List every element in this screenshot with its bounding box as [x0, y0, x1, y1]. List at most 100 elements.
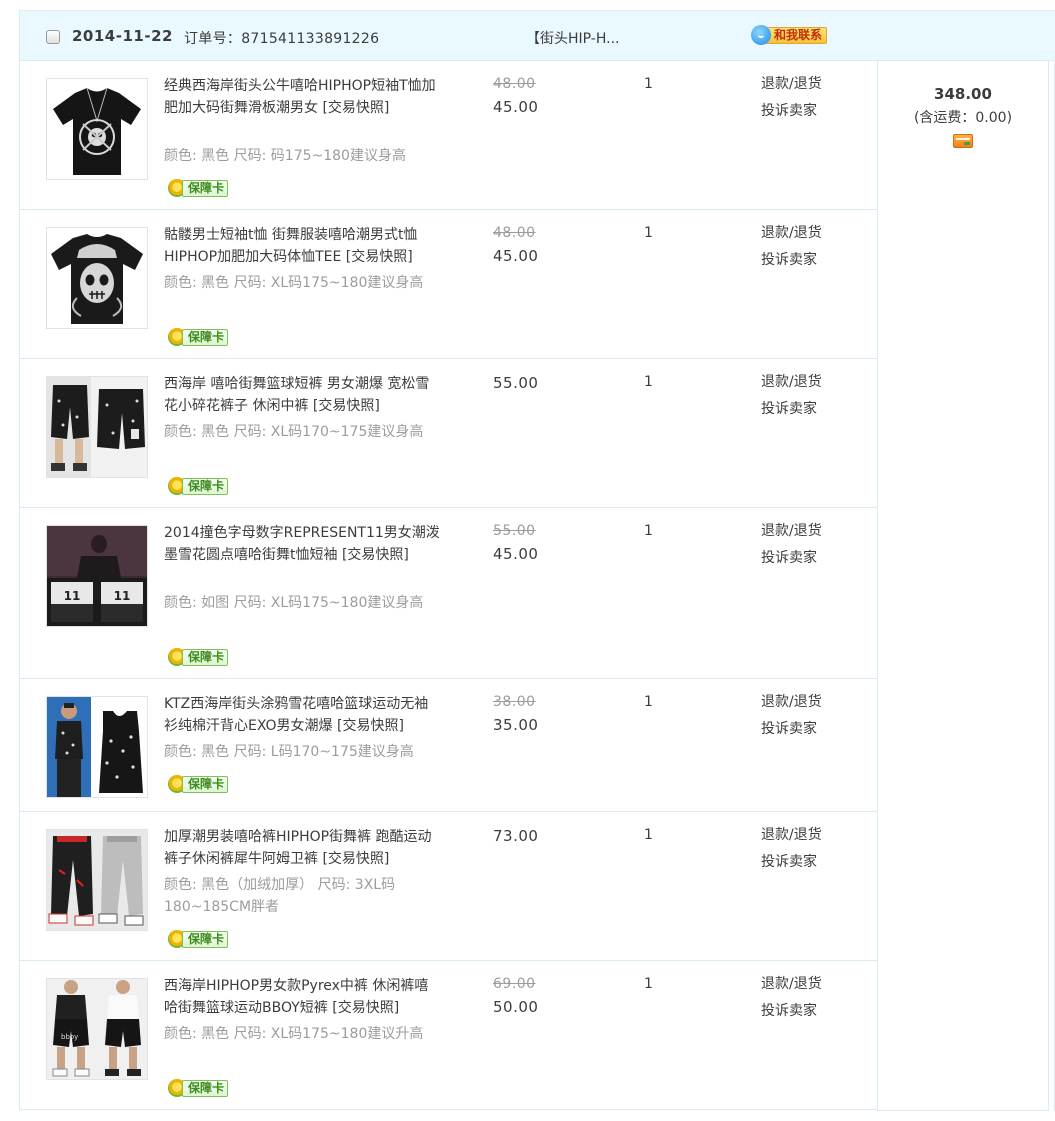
original-price: 48.00 — [493, 225, 536, 241]
order-header: 2014-11-22 订单号：871541133891226 【街头HIP-H.… — [19, 10, 1055, 61]
shop-name-link[interactable]: 【街头HIP-H... — [526, 28, 619, 48]
guarantee-card-badge[interactable]: 保障卡 — [168, 1079, 232, 1098]
shipping-fee: (含运费：0.00) — [913, 110, 1013, 126]
item-actions: 退款/退货 投诉卖家 — [761, 369, 822, 423]
complain-seller-link[interactable]: 投诉卖家 — [761, 545, 822, 572]
complain-seller-link[interactable]: 投诉卖家 — [761, 396, 822, 423]
list-item: 骷髅男士短袖t恤 街舞服装嘻哈潮男式t恤HIPHOP加肥加大码体恤TEE [交易… — [20, 210, 878, 359]
quantity: 1 — [644, 694, 653, 710]
guarantee-card-badge[interactable]: 保障卡 — [168, 477, 232, 496]
complain-seller-link[interactable]: 投诉卖家 — [761, 98, 822, 125]
bboy-shorts-image: bboy — [47, 979, 147, 1079]
item-actions: 退款/退货 投诉卖家 — [761, 71, 822, 125]
list-item: 西海岸 嘻哈街舞篮球短裤 男女潮爆 宽松雪花小碎花裤子 休闲中裤 [交易快照] … — [20, 359, 878, 508]
guarantee-card-badge[interactable]: 保障卡 — [168, 179, 232, 198]
item-actions: 退款/退货 投诉卖家 — [761, 971, 822, 1025]
jogger-pants-image — [47, 830, 147, 930]
list-item: 加厚潮男装嘻哈裤HIPHOP街舞裤 跑酷运动裤子休闲裤犀牛阿姆卫裤 [交易快照]… — [20, 812, 878, 961]
product-spec: 颜色: 黑色 尺码: XL码170~175建议身高 — [164, 424, 424, 440]
trade-snapshot-link[interactable]: [交易快照] — [332, 1000, 399, 1016]
trade-snapshot-link[interactable]: [交易快照] — [337, 718, 404, 734]
complain-seller-link[interactable]: 投诉卖家 — [761, 849, 822, 876]
original-price: 48.00 — [493, 76, 536, 92]
product-thumbnail[interactable] — [46, 829, 148, 931]
refund-link[interactable]: 退款/退货 — [761, 518, 822, 545]
refund-link[interactable]: 退款/退货 — [761, 71, 822, 98]
product-title-link[interactable]: 加厚潮男装嘻哈裤HIPHOP街舞裤 跑酷运动裤子休闲裤犀牛阿姆卫裤 — [164, 829, 432, 867]
guarantee-card-label: 保障卡 — [182, 478, 229, 495]
refund-link[interactable]: 退款/退货 — [761, 971, 822, 998]
chat-bubble-icon — [751, 25, 771, 45]
trade-snapshot-link[interactable]: [交易快照] — [342, 547, 409, 563]
product-thumbnail[interactable] — [46, 376, 148, 478]
product-thumbnail[interactable] — [46, 78, 148, 180]
order-card: 2014-11-22 订单号：871541133891226 【街头HIP-H.… — [19, 10, 1055, 1111]
original-price: 69.00 — [493, 976, 536, 992]
tshirt-skull-image — [47, 79, 147, 179]
tshirt-represent-image: 11 11 — [47, 526, 147, 626]
product-spec: 颜色: 黑色 尺码: L码170~175建议身高 — [164, 744, 414, 760]
refund-link[interactable]: 退款/退货 — [761, 369, 822, 396]
guarantee-card-label: 保障卡 — [182, 649, 229, 666]
quantity: 1 — [644, 76, 653, 92]
list-item: 经典西海岸街头公牛嘻哈HIPHOP短袖T恤加肥加大码街舞滑板潮男女 [交易快照]… — [20, 61, 878, 210]
unit-price: 45.00 — [493, 98, 539, 116]
complain-seller-link[interactable]: 投诉卖家 — [761, 998, 822, 1025]
guarantee-card-badge[interactable]: 保障卡 — [168, 328, 232, 347]
guarantee-card-label: 保障卡 — [182, 180, 229, 197]
product-spec: 颜色: 黑色（加绒加厚） 尺码: 3XL码180~185CM胖者 — [164, 877, 396, 915]
payment-card-icon[interactable] — [953, 134, 973, 148]
unit-price: 55.00 — [493, 374, 539, 392]
guarantee-card-badge[interactable]: 保障卡 — [168, 930, 232, 949]
quantity: 1 — [644, 225, 653, 241]
product-spec: 颜色: 黑色 尺码: XL码175~180建议身高 — [164, 275, 424, 291]
list-item: 11 11 2014撞色字母数字REPRESENT11男女潮泼墨雪花圆点嘻哈街舞… — [20, 508, 878, 679]
refund-link[interactable]: 退款/退货 — [761, 822, 822, 849]
product-title-link[interactable]: 经典西海岸街头公牛嘻哈HIPHOP短袖T恤加肥加大码街舞滑板潮男女 — [164, 78, 436, 116]
order-items: 经典西海岸街头公牛嘻哈HIPHOP短袖T恤加肥加大码街舞滑板潮男女 [交易快照]… — [19, 61, 878, 1111]
guarantee-card-badge[interactable]: 保障卡 — [168, 775, 232, 794]
product-title-link[interactable]: 西海岸 嘻哈街舞篮球短裤 男女潮爆 宽松雪花小碎花裤子 休闲中裤 — [164, 376, 429, 414]
product-thumbnail[interactable] — [46, 227, 148, 329]
quantity: 1 — [644, 976, 653, 992]
trade-snapshot-link[interactable]: [交易快照] — [322, 851, 389, 867]
order-summary: 348.00 (含运费：0.00) — [877, 61, 1049, 1111]
product-spec: 颜色: 黑色 尺码: 码175~180建议身高 — [164, 148, 406, 164]
unit-price: 50.00 — [493, 998, 539, 1016]
status-column — [1049, 61, 1055, 1111]
item-actions: 退款/退货 投诉卖家 — [761, 220, 822, 274]
item-actions: 退款/退货 投诉卖家 — [761, 518, 822, 572]
quantity: 1 — [644, 523, 653, 539]
unit-price: 73.00 — [493, 827, 539, 845]
guarantee-card-label: 保障卡 — [182, 931, 229, 948]
item-actions: 退款/退货 投诉卖家 — [761, 822, 822, 876]
complain-seller-link[interactable]: 投诉卖家 — [761, 247, 822, 274]
product-spec: 颜色: 如图 尺码: XL码175~180建议身高 — [164, 595, 424, 611]
guarantee-card-label: 保障卡 — [182, 1080, 229, 1097]
svg-text:bboy: bboy — [61, 1033, 78, 1041]
unit-price: 45.00 — [493, 545, 539, 563]
trade-snapshot-link[interactable]: [交易快照] — [313, 398, 380, 414]
unit-price: 45.00 — [493, 247, 539, 265]
refund-link[interactable]: 退款/退货 — [761, 689, 822, 716]
refund-link[interactable]: 退款/退货 — [761, 220, 822, 247]
list-item: KTZ西海岸街头涂鸦雪花嘻哈篮球运动无袖衫纯棉汗背心EXO男女潮爆 [交易快照]… — [20, 679, 878, 812]
svg-text:11: 11 — [64, 589, 81, 603]
product-thumbnail[interactable] — [46, 696, 148, 798]
product-spec: 颜色: 黑色 尺码: XL码175~180建议升高 — [164, 1026, 424, 1042]
product-thumbnail[interactable]: bboy — [46, 978, 148, 1080]
guarantee-card-label: 保障卡 — [182, 329, 229, 346]
quantity: 1 — [644, 827, 653, 843]
order-total: 348.00 — [934, 85, 992, 103]
contact-seller-label: 和我联系 — [765, 27, 828, 44]
product-thumbnail[interactable]: 11 11 — [46, 525, 148, 627]
unit-price: 35.00 — [493, 716, 539, 734]
complain-seller-link[interactable]: 投诉卖家 — [761, 716, 822, 743]
trade-snapshot-link[interactable]: [交易快照] — [346, 249, 413, 265]
order-number: 订单号：871541133891226 — [184, 31, 380, 47]
original-price: 38.00 — [493, 694, 536, 710]
order-select-checkbox[interactable] — [46, 30, 60, 44]
guarantee-card-badge[interactable]: 保障卡 — [168, 648, 232, 667]
trade-snapshot-link[interactable]: [交易快照] — [322, 100, 389, 116]
tshirt-skull-image — [47, 228, 147, 328]
